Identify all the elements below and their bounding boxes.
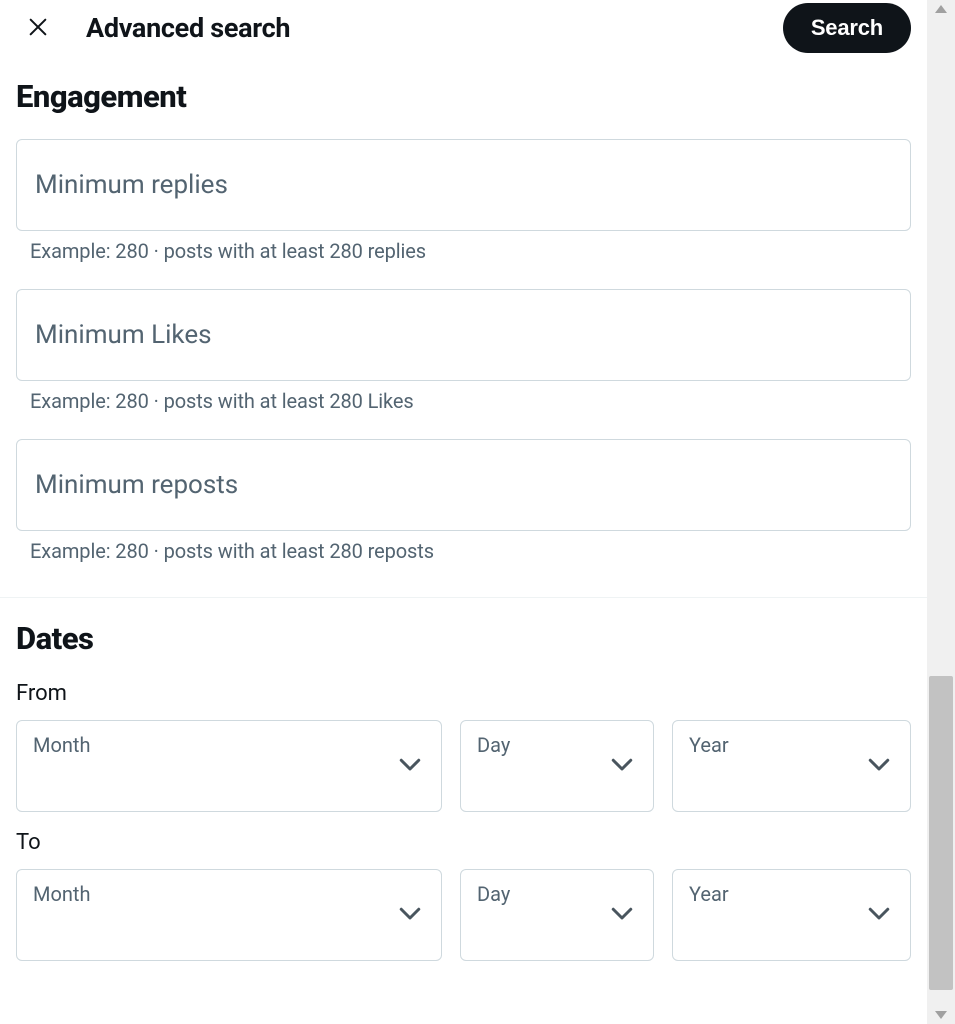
select-label-month: Month bbox=[33, 733, 90, 757]
dates-section: Dates From Month Day Year T bbox=[0, 598, 927, 991]
select-label-year: Year bbox=[689, 882, 729, 906]
from-year-select[interactable]: Year bbox=[672, 720, 911, 812]
chevron-down-icon bbox=[607, 749, 637, 783]
min-reposts-input[interactable] bbox=[16, 439, 911, 531]
select-label-year: Year bbox=[689, 733, 729, 757]
scrollbar[interactable] bbox=[927, 0, 955, 1024]
to-label: To bbox=[16, 830, 911, 855]
select-label-month: Month bbox=[33, 882, 90, 906]
close-button[interactable] bbox=[20, 10, 56, 46]
engagement-section: Engagement Example: 280 · posts with at … bbox=[0, 56, 927, 585]
chevron-down-icon bbox=[864, 749, 894, 783]
select-label-day: Day bbox=[477, 733, 510, 757]
chevron-down-icon bbox=[395, 898, 425, 932]
scroll-up-button[interactable] bbox=[927, 0, 955, 18]
min-likes-hint: Example: 280 · posts with at least 280 L… bbox=[30, 389, 911, 413]
to-date-row: Month Day Year bbox=[16, 869, 911, 961]
close-icon bbox=[27, 16, 49, 41]
from-month-select[interactable]: Month bbox=[16, 720, 442, 812]
from-label: From bbox=[16, 681, 911, 706]
engagement-title: Engagement bbox=[16, 78, 911, 115]
from-day-select[interactable]: Day bbox=[460, 720, 654, 812]
to-year-select[interactable]: Year bbox=[672, 869, 911, 961]
from-date-row: Month Day Year bbox=[16, 720, 911, 812]
chevron-down-icon bbox=[864, 898, 894, 932]
to-month-select[interactable]: Month bbox=[16, 869, 442, 961]
search-button[interactable]: Search bbox=[783, 3, 911, 53]
dates-title: Dates bbox=[16, 620, 911, 657]
scroll-thumb[interactable] bbox=[929, 676, 953, 990]
min-replies-hint: Example: 280 · posts with at least 280 r… bbox=[30, 239, 911, 263]
modal-header: Advanced search Search bbox=[0, 0, 927, 56]
to-day-select[interactable]: Day bbox=[460, 869, 654, 961]
scroll-down-button[interactable] bbox=[927, 1006, 955, 1024]
min-likes-input[interactable] bbox=[16, 289, 911, 381]
min-replies-input[interactable] bbox=[16, 139, 911, 231]
min-reposts-hint: Example: 280 · posts with at least 280 r… bbox=[30, 539, 911, 563]
chevron-down-icon bbox=[607, 898, 637, 932]
select-label-day: Day bbox=[477, 882, 510, 906]
chevron-down-icon bbox=[395, 749, 425, 783]
page-title: Advanced search bbox=[86, 12, 290, 44]
